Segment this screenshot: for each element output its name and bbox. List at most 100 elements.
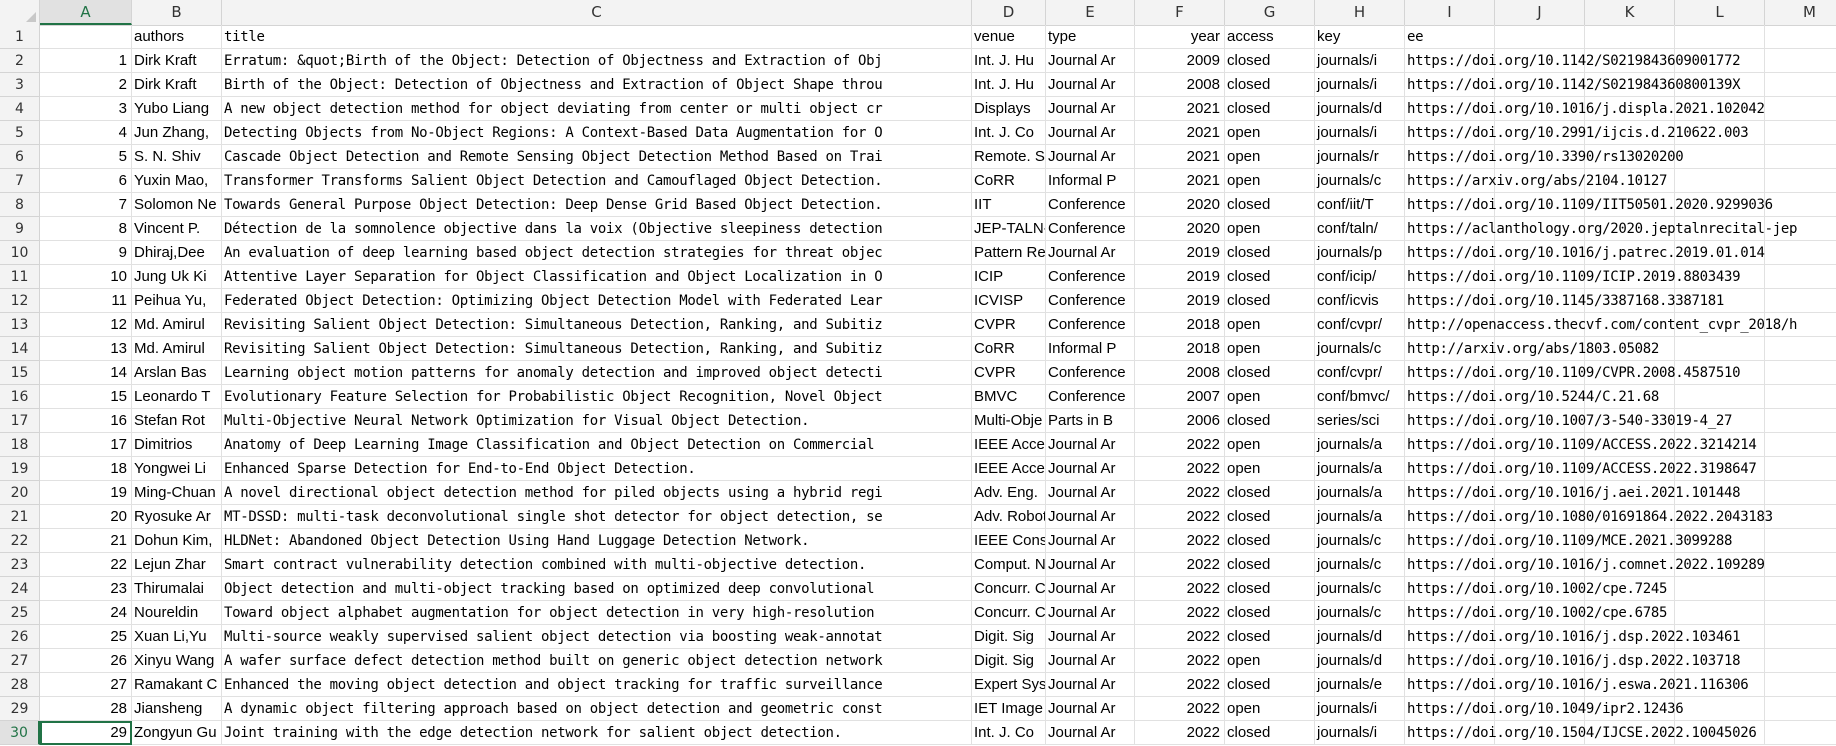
cell-ee[interactable]: ee: [1405, 25, 1495, 49]
cell-type[interactable]: Conference: [1046, 289, 1135, 313]
cell-access[interactable]: open: [1225, 121, 1315, 145]
cell-type[interactable]: Journal Ar: [1046, 433, 1135, 457]
cell-venue[interactable]: CoRR: [972, 169, 1046, 193]
row-header[interactable]: 8: [0, 193, 40, 217]
cell-authors[interactable]: authors: [132, 25, 222, 49]
column-header-b[interactable]: B: [132, 0, 222, 25]
cell-authors[interactable]: Arslan Bas: [132, 361, 222, 385]
cell-ee[interactable]: https://doi.org/10.1142/S021984360900177…: [1405, 49, 1741, 73]
cell-key[interactable]: journals/i: [1315, 49, 1405, 73]
cell-access[interactable]: open: [1225, 217, 1315, 241]
cell-key[interactable]: journals/i: [1315, 121, 1405, 145]
empty-cell[interactable]: [1675, 25, 1765, 49]
cell-venue[interactable]: IEEE Acces: [972, 433, 1046, 457]
cell-access[interactable]: closed: [1225, 601, 1315, 625]
row-header[interactable]: 25: [0, 601, 40, 625]
cell-access[interactable]: closed: [1225, 721, 1315, 745]
cell-type[interactable]: Journal Ar: [1046, 73, 1135, 97]
cell-venue[interactable]: IEEE Consu: [972, 529, 1046, 553]
cell-title[interactable]: Enhanced Sparse Detection for End-to-End…: [222, 457, 972, 481]
row-header[interactable]: 16: [0, 385, 40, 409]
cell-venue[interactable]: Adv. Eng.: [972, 481, 1046, 505]
cell-key[interactable]: journals/p: [1315, 241, 1405, 265]
empty-cell[interactable]: [1675, 601, 1765, 625]
cell-key[interactable]: series/sci: [1315, 409, 1405, 433]
cell-access[interactable]: open: [1225, 385, 1315, 409]
empty-cell[interactable]: [1675, 577, 1765, 601]
column-header-a[interactable]: A: [40, 0, 132, 25]
empty-cell[interactable]: [1675, 697, 1765, 721]
cell-type[interactable]: Conference: [1046, 217, 1135, 241]
cell-ee[interactable]: https://doi.org/10.1002/cpe.6785: [1405, 601, 1667, 625]
cell-index[interactable]: 2: [40, 73, 132, 97]
cell-ee[interactable]: https://doi.org/10.1016/j.dsp.2022.10346…: [1405, 625, 1741, 649]
empty-cell[interactable]: [1765, 409, 1836, 433]
empty-cell[interactable]: [1765, 337, 1836, 361]
cell-index[interactable]: 29: [40, 721, 132, 745]
empty-cell[interactable]: [1675, 145, 1765, 169]
cell-authors[interactable]: Leonardo T: [132, 385, 222, 409]
row-header[interactable]: 23: [0, 553, 40, 577]
empty-cell[interactable]: [1765, 193, 1836, 217]
cell-index[interactable]: 14: [40, 361, 132, 385]
cell-year[interactable]: 2018: [1135, 313, 1225, 337]
cell-type[interactable]: Journal Ar: [1046, 673, 1135, 697]
cell-access[interactable]: closed: [1225, 265, 1315, 289]
cell-index[interactable]: 25: [40, 625, 132, 649]
row-header[interactable]: 15: [0, 361, 40, 385]
cell-title[interactable]: Détection de la somnolence objective dan…: [222, 217, 972, 241]
cell-authors[interactable]: Xuan Li,Yu: [132, 625, 222, 649]
cell-type[interactable]: Journal Ar: [1046, 241, 1135, 265]
cell-index[interactable]: [40, 25, 132, 49]
cell-index[interactable]: 17: [40, 433, 132, 457]
cell-key[interactable]: journals/c: [1315, 553, 1405, 577]
cell-authors[interactable]: Md. Amirul: [132, 337, 222, 361]
column-header-d[interactable]: D: [972, 0, 1046, 25]
cell-access[interactable]: closed: [1225, 97, 1315, 121]
cell-venue[interactable]: Concurr. C: [972, 577, 1046, 601]
cell-access[interactable]: open: [1225, 697, 1315, 721]
column-header-e[interactable]: E: [1046, 0, 1135, 25]
cell-title[interactable]: Multi-Objective Neural Network Optimizat…: [222, 409, 972, 433]
row-header[interactable]: 11: [0, 265, 40, 289]
cell-access[interactable]: open: [1225, 433, 1315, 457]
row-header[interactable]: 26: [0, 625, 40, 649]
cell-title[interactable]: A new object detection method for object…: [222, 97, 972, 121]
cell-title[interactable]: Revisiting Salient Object Detection: Sim…: [222, 337, 972, 361]
column-header-j[interactable]: J: [1495, 0, 1585, 25]
cell-venue[interactable]: CVPR: [972, 361, 1046, 385]
cell-authors[interactable]: Dhiraj,Dee: [132, 241, 222, 265]
cell-type[interactable]: type: [1046, 25, 1135, 49]
cell-venue[interactable]: Remote. Se: [972, 145, 1046, 169]
cell-year[interactable]: 2008: [1135, 73, 1225, 97]
cell-ee[interactable]: https://doi.org/10.1142/S021984360800139…: [1405, 73, 1741, 97]
empty-cell[interactable]: [1765, 625, 1836, 649]
select-all-corner[interactable]: [0, 0, 40, 25]
row-header[interactable]: 3: [0, 73, 40, 97]
cell-access[interactable]: closed: [1225, 241, 1315, 265]
cell-access[interactable]: closed: [1225, 289, 1315, 313]
cell-access[interactable]: closed: [1225, 73, 1315, 97]
cell-title[interactable]: A wafer surface defect detection method …: [222, 649, 972, 673]
empty-cell[interactable]: [1765, 673, 1836, 697]
cell-year[interactable]: 2009: [1135, 49, 1225, 73]
cell-title[interactable]: Anatomy of Deep Learning Image Classific…: [222, 433, 972, 457]
cell-key[interactable]: journals/d: [1315, 649, 1405, 673]
cell-authors[interactable]: Thirumalai: [132, 577, 222, 601]
cell-year[interactable]: 2007: [1135, 385, 1225, 409]
cell-ee[interactable]: https://doi.org/10.1109/CVPR.2008.458751…: [1405, 361, 1741, 385]
cell-index[interactable]: 27: [40, 673, 132, 697]
empty-cell[interactable]: [1585, 25, 1675, 49]
cell-ee[interactable]: https://doi.org/10.1002/cpe.7245: [1405, 577, 1667, 601]
cell-title[interactable]: An evaluation of deep learning based obj…: [222, 241, 972, 265]
row-header[interactable]: 9: [0, 217, 40, 241]
cell-key[interactable]: journals/d: [1315, 625, 1405, 649]
cell-authors[interactable]: Ryosuke Ar: [132, 505, 222, 529]
cell-year[interactable]: 2022: [1135, 649, 1225, 673]
cell-index[interactable]: 12: [40, 313, 132, 337]
cell-access[interactable]: open: [1225, 313, 1315, 337]
cell-type[interactable]: Journal Ar: [1046, 481, 1135, 505]
cell-venue[interactable]: CVPR: [972, 313, 1046, 337]
cell-title[interactable]: Attentive Layer Separation for Object Cl…: [222, 265, 972, 289]
cell-authors[interactable]: Jiansheng: [132, 697, 222, 721]
